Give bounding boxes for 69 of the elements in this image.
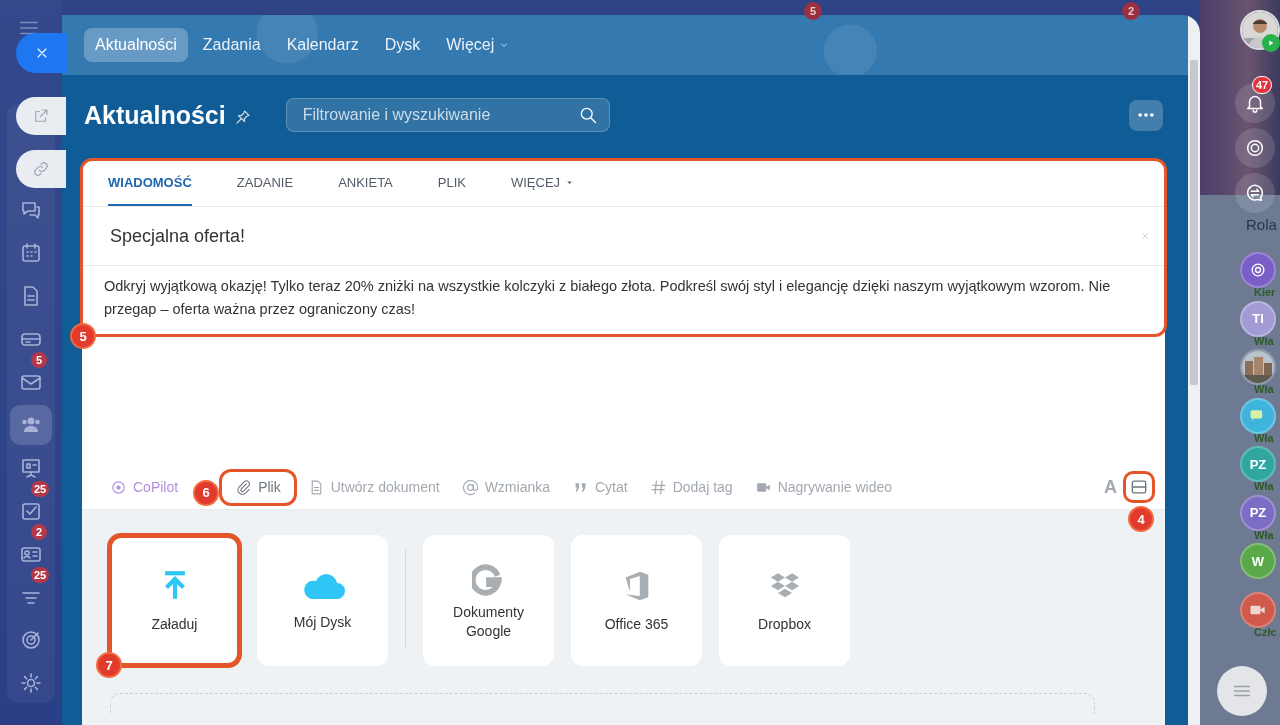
toolbar-button[interactable]: Wzmianka bbox=[452, 474, 559, 500]
copilot-icon bbox=[110, 478, 127, 496]
message-text[interactable]: Odkryj wyjątkową okazję! Tylko teraz 20% zniżki na wszystkie kolczyki z białego złota. Podkreśl swój styl i elegancję dzięki naszym wyjątkowym wzorom. Nie przegap – oferta ważna przez ograniczony czas! bbox=[82, 266, 1165, 321]
row-label: Człc bbox=[1254, 625, 1277, 639]
editor-tab[interactable]: WIĘCEJ bbox=[511, 160, 598, 206]
toolbar-button[interactable]: Dodaj tag bbox=[640, 474, 742, 500]
row-label: Kier bbox=[1254, 286, 1276, 299]
avatar[interactable] bbox=[1240, 349, 1276, 385]
step-marker: 6 bbox=[193, 479, 220, 506]
count-badge: 25 bbox=[31, 481, 50, 497]
editor-tab[interactable]: ANKIETA bbox=[338, 160, 416, 206]
close-button[interactable] bbox=[16, 33, 68, 73]
open-in-new-window-button[interactable] bbox=[16, 97, 66, 135]
hashtag-icon bbox=[649, 478, 667, 496]
nav-tab[interactable]: Dysk bbox=[373, 28, 432, 62]
calendar-icon bbox=[19, 241, 43, 265]
paperclip-icon bbox=[235, 478, 253, 496]
gear-icon bbox=[19, 671, 43, 695]
file-source-tile[interactable]: Dokumenty Google bbox=[423, 535, 554, 666]
play-icon bbox=[1266, 38, 1276, 48]
presentation-icon bbox=[19, 456, 43, 480]
more-button[interactable] bbox=[1129, 99, 1163, 131]
nav-tab[interactable]: Zadania bbox=[191, 28, 272, 62]
toolbar-button[interactable]: CoPilot bbox=[110, 474, 188, 500]
step-marker: 5 bbox=[70, 323, 96, 349]
target-icon bbox=[19, 628, 43, 652]
count-badge: 47 bbox=[1252, 76, 1273, 94]
count-badge: 2 bbox=[31, 524, 47, 540]
step-marker: 4 bbox=[1128, 506, 1154, 532]
count-badge: 5 bbox=[31, 352, 47, 368]
page-title: Aktualności bbox=[84, 100, 226, 130]
more-icon bbox=[1136, 110, 1156, 120]
chat-button[interactable] bbox=[1235, 173, 1275, 213]
sidebar-item[interactable] bbox=[10, 405, 52, 445]
file-source-tile[interactable]: Dropbox bbox=[719, 535, 850, 666]
text-format-button[interactable]: A bbox=[1100, 476, 1121, 498]
link-icon bbox=[32, 160, 50, 178]
notification-badge: 5 bbox=[804, 2, 822, 20]
row-label: Wła bbox=[1254, 528, 1274, 542]
row-label: Wła bbox=[1254, 334, 1274, 348]
file-source-tile[interactable]: Mój Dysk bbox=[257, 535, 388, 666]
nav-tab[interactable]: Aktualności bbox=[84, 28, 188, 62]
step-marker: 7 bbox=[96, 652, 122, 678]
chat-arrows-icon bbox=[1244, 182, 1266, 204]
copilot-button[interactable] bbox=[1235, 128, 1275, 168]
notifications-button[interactable] bbox=[1235, 83, 1275, 123]
row-label: Wła bbox=[1254, 383, 1274, 396]
scrollbar-thumb[interactable] bbox=[1190, 60, 1198, 385]
column-label: Rola bbox=[1246, 216, 1277, 233]
nav-tab[interactable]: Kalendarz bbox=[275, 28, 370, 62]
file-source-tile[interactable]: Office 365 bbox=[571, 535, 702, 666]
toolbar-button[interactable]: Plik bbox=[221, 470, 295, 504]
editor-tab[interactable]: WIADOMOŚĆ bbox=[108, 160, 192, 206]
toolbar-button[interactable]: Nagrywanie wideo bbox=[745, 474, 902, 500]
at-sign-icon bbox=[461, 478, 479, 496]
toolbar-button[interactable]: Cytat bbox=[563, 474, 637, 500]
external-link-icon bbox=[32, 107, 50, 125]
copy-link-button[interactable] bbox=[16, 150, 66, 188]
row-label: Wła bbox=[1254, 431, 1274, 445]
row-label: Wła bbox=[1254, 480, 1274, 493]
notification-badge: 2 bbox=[1122, 2, 1140, 20]
editor-tab[interactable]: PLIK bbox=[437, 160, 489, 206]
count-badge: 25 bbox=[31, 567, 50, 583]
swirl-icon bbox=[1244, 137, 1266, 159]
panel-toggle-button[interactable] bbox=[1125, 473, 1153, 501]
title-field[interactable]: Specjalna oferta! bbox=[108, 224, 1139, 248]
nav-tab[interactable]: Więcej bbox=[435, 28, 522, 62]
editor-tab[interactable]: ZADANIE bbox=[236, 160, 317, 206]
toolbar-button[interactable]: Utwórz dokument bbox=[298, 474, 449, 500]
